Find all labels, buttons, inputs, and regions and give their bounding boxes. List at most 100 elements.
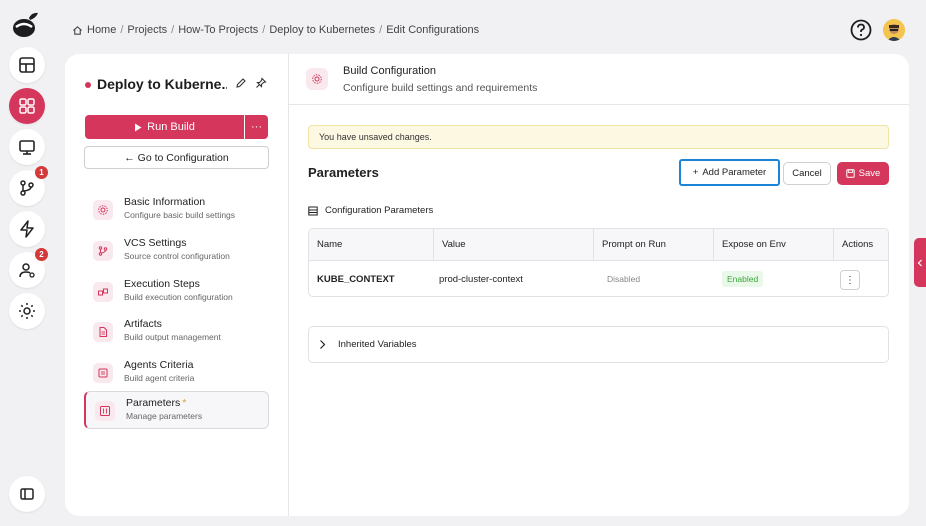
logo-icon[interactable] bbox=[10, 8, 42, 40]
column-header-expose-on-env: Expose on Env bbox=[714, 229, 834, 261]
breadcrumb-home[interactable]: Home bbox=[87, 24, 116, 36]
sidebar-item-artifacts[interactable]: Artifacts Build output management bbox=[84, 313, 269, 351]
breadcrumb-edit-configurations: Edit Configurations bbox=[386, 24, 480, 36]
sidebar-item-vcs-settings[interactable]: VCS Settings Source control configuratio… bbox=[84, 232, 269, 270]
plus-icon: + bbox=[692, 167, 699, 178]
branch-badge: 1 bbox=[35, 166, 48, 179]
sidebar-item-label: Parameters bbox=[126, 397, 181, 409]
breadcrumb: Home / Projects / How-To Projects / Depl… bbox=[72, 24, 479, 36]
save-button[interactable]: Save bbox=[837, 162, 889, 185]
project-title: Deploy to Kuberne... bbox=[97, 76, 227, 92]
lightning-icon[interactable] bbox=[9, 211, 45, 247]
breadcrumb-separator: / bbox=[262, 24, 266, 36]
collapse-panel-tab[interactable] bbox=[914, 238, 926, 287]
save-icon bbox=[845, 169, 855, 178]
expose-on-env-status[interactable]: Enabled bbox=[722, 271, 764, 287]
unsaved-changes-banner: You have unsaved changes. bbox=[308, 125, 889, 149]
breadcrumb-separator: / bbox=[120, 24, 124, 36]
configuration-parameters-heading: Configuration Parameters bbox=[308, 205, 433, 216]
parameters-heading: Parameters bbox=[308, 165, 379, 180]
run-build-label: Run Build bbox=[147, 121, 195, 133]
sidebar-item-title: Artifacts bbox=[124, 318, 162, 330]
breadcrumb-separator: / bbox=[171, 24, 175, 36]
breadcrumb-deploy-to-kubernetes[interactable]: Deploy to Kubernetes bbox=[269, 24, 375, 36]
user-settings-icon[interactable]: 2 bbox=[9, 248, 48, 288]
users-badge: 2 bbox=[35, 248, 48, 261]
table-header: Name Value Prompt on Run Expose on Env A… bbox=[309, 229, 888, 261]
left-rail: 1 2 bbox=[0, 0, 52, 526]
sidebar-item-title: Execution Steps bbox=[124, 278, 200, 290]
row-actions-button[interactable]: ⋮ bbox=[840, 270, 860, 290]
sidebar-item-subtitle: Build output management bbox=[124, 332, 221, 342]
sidebar-item-subtitle: Build agent criteria bbox=[124, 373, 195, 383]
sidebar-item-agents-criteria[interactable]: Agents Criteria Build agent criteria bbox=[84, 354, 269, 392]
pin-icon[interactable] bbox=[255, 77, 267, 89]
parameter-value: prod-cluster-context bbox=[439, 274, 523, 285]
sidebar-toggle-icon[interactable] bbox=[9, 476, 45, 512]
unsaved-marker: * bbox=[182, 397, 187, 409]
play-icon bbox=[135, 123, 142, 131]
column-header-value: Value bbox=[434, 229, 594, 261]
page-title: Build Configuration bbox=[343, 65, 436, 77]
agent-icon bbox=[93, 363, 113, 383]
breadcrumb-projects[interactable]: Projects bbox=[127, 24, 167, 36]
sidebar-item-subtitle: Configure basic build settings bbox=[124, 210, 236, 220]
breadcrumb-separator: / bbox=[379, 24, 383, 36]
avatar[interactable] bbox=[883, 19, 905, 41]
kebab-menu-icon: ⋮ bbox=[845, 274, 855, 286]
goto-configuration-label: ← Go to Configuration bbox=[124, 151, 229, 164]
sidebar-item-subtitle: Build execution configuration bbox=[124, 292, 233, 302]
status-dot bbox=[85, 82, 91, 88]
branch-small-icon bbox=[93, 241, 113, 261]
sidebar-item-parameters[interactable]: Parameters * Manage parameters bbox=[84, 391, 269, 429]
goto-configuration-button[interactable]: ← Go to Configuration bbox=[84, 146, 269, 169]
page-subtitle: Configure build settings and requirement… bbox=[343, 82, 538, 94]
sidebar-item-execution-steps[interactable]: Execution Steps Build execution configur… bbox=[84, 273, 269, 311]
sidebar-item-subtitle: Manage parameters bbox=[126, 411, 203, 421]
parameter-name: KUBE_CONTEXT bbox=[317, 274, 395, 285]
settings-icon bbox=[306, 68, 328, 90]
gear-small-icon bbox=[93, 200, 113, 220]
sidebar-item-title: Agents Criteria bbox=[124, 359, 194, 371]
prompt-on-run-status[interactable]: Disabled bbox=[602, 271, 646, 287]
column-header-prompt-on-run: Prompt on Run bbox=[594, 229, 714, 261]
help-icon[interactable] bbox=[850, 19, 872, 41]
parameters-table: Name Value Prompt on Run Expose on Env A… bbox=[308, 228, 889, 297]
configuration-parameters-label: Configuration Parameters bbox=[325, 205, 434, 216]
unsaved-changes-text: You have unsaved changes. bbox=[319, 132, 432, 142]
config-sidebar: Deploy to Kuberne... Run Build ··· ← Go … bbox=[65, 54, 289, 516]
column-header-name: Name bbox=[309, 229, 434, 261]
gear-icon[interactable] bbox=[9, 293, 45, 329]
steps-icon bbox=[93, 282, 113, 302]
save-label: Save bbox=[858, 168, 881, 179]
run-build-more-button[interactable]: ··· bbox=[245, 115, 268, 139]
monitor-icon[interactable] bbox=[9, 129, 45, 165]
chevron-right-icon bbox=[320, 340, 326, 349]
cancel-label: Cancel bbox=[792, 168, 822, 179]
breadcrumb-how-to-projects[interactable]: How-To Projects bbox=[178, 24, 258, 36]
more-icon: ··· bbox=[251, 121, 262, 133]
sidebar-item-basic-information[interactable]: Basic Information Configure basic build … bbox=[84, 191, 269, 229]
sidebar-item-subtitle: Source control configuration bbox=[124, 251, 230, 261]
apps-icon[interactable] bbox=[9, 88, 45, 124]
sidebar-item-title: Parameters * bbox=[126, 397, 186, 409]
sidebar-item-title: VCS Settings bbox=[124, 237, 187, 249]
parameters-icon bbox=[95, 401, 115, 421]
inherited-variables-label: Inherited Variables bbox=[338, 339, 417, 350]
chevron-left-icon bbox=[917, 259, 922, 266]
list-icon bbox=[308, 206, 318, 215]
edit-icon[interactable] bbox=[235, 77, 247, 89]
add-parameter-label: Add Parameter bbox=[702, 167, 767, 178]
expose-on-env-cell: Enabled bbox=[714, 262, 834, 296]
add-parameter-button[interactable]: + Add Parameter bbox=[679, 159, 780, 186]
inherited-variables-section[interactable]: Inherited Variables bbox=[308, 326, 889, 363]
dashboard-icon[interactable] bbox=[9, 47, 45, 83]
file-icon bbox=[93, 322, 113, 342]
branch-icon[interactable]: 1 bbox=[9, 166, 48, 206]
run-build-button[interactable]: Run Build bbox=[85, 115, 244, 139]
home-icon[interactable] bbox=[72, 25, 83, 36]
sidebar-item-title: Basic Information bbox=[124, 196, 206, 208]
content-header: Build Configuration Configure build sett… bbox=[289, 54, 909, 105]
cancel-button[interactable]: Cancel bbox=[783, 162, 831, 185]
prompt-on-run-cell: Disabled bbox=[594, 262, 714, 296]
